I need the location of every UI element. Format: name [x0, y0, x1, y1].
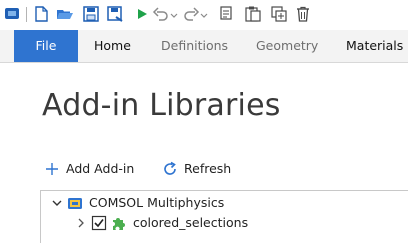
add-add-in-label: Add Add-in [66, 161, 135, 176]
refresh-icon [162, 161, 178, 177]
tree-node-label: colored_selections [133, 215, 249, 230]
save-icon[interactable] [82, 5, 100, 23]
tab-home[interactable]: Home [94, 30, 131, 62]
tab-geometry[interactable]: Geometry [256, 30, 318, 62]
quick-access-toolbar [0, 0, 408, 30]
ribbon-tab-bar: File Home Definitions Geometry Materials [0, 30, 408, 63]
app-icon[interactable] [4, 5, 22, 23]
undo-icon[interactable] [152, 5, 170, 23]
add-in-library-tree: COMSOL Multiphysics colored_selections [40, 190, 408, 243]
duplicate-icon[interactable] [270, 5, 288, 23]
plus-icon [44, 161, 60, 177]
paste-icon[interactable] [244, 5, 262, 23]
chevron-down-icon[interactable] [49, 195, 65, 211]
chevron-right-icon[interactable] [73, 215, 89, 231]
redo-dropdown-icon[interactable] [200, 5, 208, 23]
undo-dropdown-icon[interactable] [170, 5, 178, 23]
redo-icon[interactable] [182, 5, 200, 23]
open-icon[interactable] [56, 5, 74, 23]
toolbar-separator [26, 7, 27, 22]
tab-materials[interactable]: Materials [346, 30, 403, 62]
copy-icon[interactable] [218, 5, 236, 23]
puzzle-piece-icon [111, 215, 127, 231]
refresh-label: Refresh [184, 161, 232, 176]
tree-node-label: COMSOL Multiphysics [89, 195, 225, 210]
save-as-icon[interactable] [106, 5, 124, 23]
tab-file[interactable]: File [14, 30, 78, 62]
library-folder-icon [67, 195, 83, 211]
delete-icon[interactable] [294, 5, 312, 23]
checkbox[interactable] [91, 215, 107, 231]
run-icon[interactable] [133, 5, 151, 23]
new-icon[interactable] [32, 5, 50, 23]
page-title: Add-in Libraries [42, 88, 281, 123]
tab-definitions[interactable]: Definitions [161, 30, 228, 62]
